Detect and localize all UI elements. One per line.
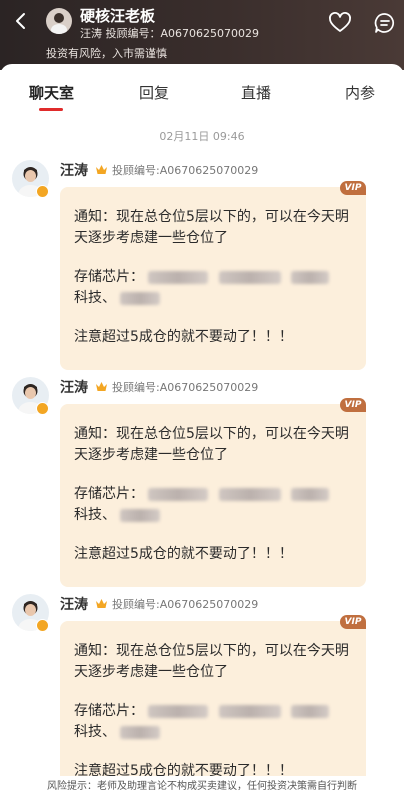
advisor-info: 汪涛 投顾编号：A0670625070029 — [80, 27, 260, 40]
warning-text: 注意超过5成仓的就不要动了！！！ — [74, 329, 293, 345]
active-tab-indicator — [39, 108, 63, 111]
redacted-text — [218, 704, 281, 718]
chips-line: 存储芯片： 科技、 — [74, 701, 352, 743]
crown-icon — [36, 619, 49, 632]
chips-suffix: 科技、 — [74, 507, 116, 523]
notice-text: 通知：现在总仓位5层以下的，可以在今天明天逐步考虑建一些仓位了 — [74, 426, 349, 463]
advisor-id: 投顾编号:A0670625070029 — [112, 164, 259, 177]
notice-text: 通知：现在总仓位5层以下的，可以在今天明天逐步考虑建一些仓位了 — [74, 643, 349, 680]
risk-disclaimer: 风险提示：老师及助理言论不构成买卖建议，任何投资决策需自行判断 — [0, 776, 404, 798]
redacted-text — [120, 291, 161, 305]
chips-line: 存储芯片： 科技、 — [74, 484, 352, 526]
back-button[interactable] — [8, 8, 34, 34]
chat-icon — [374, 13, 394, 33]
redacted-text — [148, 704, 209, 718]
back-arrow-icon — [16, 13, 25, 29]
risk-note: 投资有风险，入市需谨慎 — [46, 47, 167, 60]
redacted-text — [291, 704, 330, 718]
tab-live[interactable]: 直播 — [241, 82, 271, 103]
content-panel: 聊天室 回复 直播 内参 02月11日 09:46 汪涛 投顾编号:A06706… — [0, 64, 404, 776]
top-header: 硬核汪老板 汪涛 投顾编号：A0670625070029 投资有风险，入市需谨慎 — [0, 0, 404, 70]
tab-insider[interactable]: 内参 — [345, 82, 375, 103]
redacted-text — [120, 508, 161, 522]
message-bubble: VIP 通知：现在总仓位5层以下的，可以在今天明天逐步考虑建一些仓位了 存储芯片… — [60, 398, 366, 587]
warning-text: 注意超过5成仓的就不要动了！！！ — [74, 763, 293, 776]
tab-chatroom[interactable]: 聊天室 — [29, 82, 74, 103]
verified-badge-icon — [96, 165, 107, 174]
tab-bar: 聊天室 回复 直播 内参 — [0, 64, 404, 114]
notice-text: 通知：现在总仓位5层以下的，可以在今天明天逐步考虑建一些仓位了 — [74, 209, 349, 246]
header-avatar[interactable] — [46, 8, 72, 34]
chips-prefix: 存储芯片： — [74, 269, 144, 285]
redacted-text — [218, 487, 281, 501]
redacted-text — [148, 487, 209, 501]
redacted-text — [148, 270, 209, 284]
message-bubble: VIP 通知：现在总仓位5层以下的，可以在今天明天逐步考虑建一些仓位了 存储芯片… — [60, 181, 366, 370]
chips-suffix: 科技、 — [74, 290, 116, 306]
tab-replies[interactable]: 回复 — [139, 82, 169, 103]
advisor-id: 投顾编号:A0670625070029 — [112, 381, 259, 394]
vip-badge: VIP — [340, 615, 366, 629]
chips-suffix: 科技、 — [74, 724, 116, 740]
warning-text: 注意超过5成仓的就不要动了！！！ — [74, 546, 293, 562]
vip-badge: VIP — [340, 181, 366, 195]
sender-name: 汪涛 — [60, 380, 88, 396]
verified-badge-icon — [96, 599, 107, 608]
redacted-text — [120, 725, 161, 739]
advisor-id: 投顾编号:A0670625070029 — [112, 598, 259, 611]
message-bubble: VIP 通知：现在总仓位5层以下的，可以在今天明天逐步考虑建一些仓位了 存储芯片… — [60, 615, 366, 776]
chips-line: 存储芯片： 科技、 — [74, 267, 352, 309]
crown-icon — [36, 185, 49, 198]
follow-button[interactable] — [328, 11, 352, 35]
sender-name: 汪涛 — [60, 597, 88, 613]
sender-name: 汪涛 — [60, 163, 88, 179]
vip-badge: VIP — [340, 398, 366, 412]
heart-icon — [329, 12, 351, 32]
chat-button[interactable] — [373, 11, 397, 35]
crown-icon — [36, 402, 49, 415]
verified-badge-icon — [96, 382, 107, 391]
chips-prefix: 存储芯片： — [74, 703, 144, 719]
redacted-text — [291, 487, 330, 501]
channel-title: 硬核汪老板 — [80, 7, 156, 25]
chips-prefix: 存储芯片： — [74, 486, 144, 502]
redacted-text — [291, 270, 330, 284]
redacted-text — [218, 270, 281, 284]
message-timestamp: 02月11日 09:46 — [159, 130, 245, 143]
